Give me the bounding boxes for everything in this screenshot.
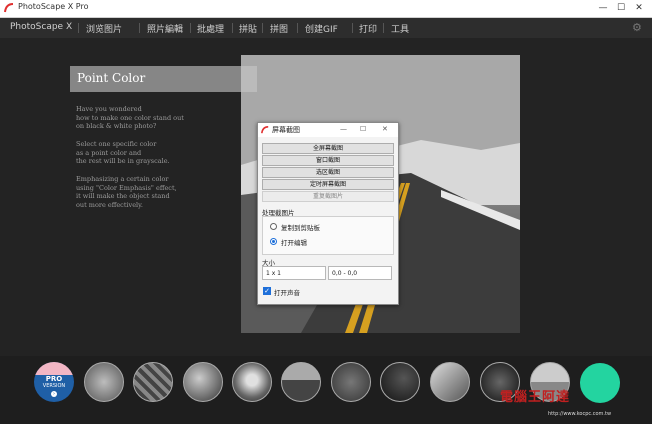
copy-to-clipboard-radio[interactable] bbox=[270, 223, 277, 230]
photoscape-app-icon bbox=[261, 126, 269, 134]
pro-badge-line1: PRO bbox=[45, 375, 63, 383]
menu-batch[interactable]: 批處理 bbox=[197, 22, 224, 35]
thumbnail-item[interactable] bbox=[232, 362, 272, 402]
desc-line: Select one specific color bbox=[76, 140, 157, 148]
screen-capture-dialog: 屏幕截图 — ☐ ✕ 全屏幕截图 窗口截图 选区截图 定时屏幕截图 重复截图片 … bbox=[257, 122, 399, 305]
fullscreen-capture-button[interactable]: 全屏幕截图 bbox=[262, 143, 394, 154]
thumbnail-item[interactable] bbox=[281, 362, 321, 402]
menu-separator bbox=[383, 23, 384, 33]
repeat-capture-button[interactable]: 重复截图片 bbox=[262, 191, 394, 202]
thumbnail-item[interactable] bbox=[183, 362, 223, 402]
menu-print[interactable]: 打印 bbox=[359, 22, 377, 35]
point-color-title: Point Color bbox=[77, 71, 146, 85]
sound-checkbox-label: 打开声音 bbox=[274, 289, 300, 297]
timed-capture-button[interactable]: 定时屏幕截图 bbox=[262, 179, 394, 190]
window-capture-button[interactable]: 窗口截图 bbox=[262, 155, 394, 166]
menu-photoscape-x[interactable]: PhotoScape X bbox=[10, 22, 72, 32]
watermark-text: 電腦王阿達 bbox=[500, 390, 571, 405]
desc-line: the rest will be in grayscale. bbox=[76, 157, 170, 166]
dialog-close-icon[interactable]: ✕ bbox=[382, 125, 388, 133]
thumbnail-item[interactable] bbox=[133, 362, 173, 402]
menu-separator bbox=[78, 23, 79, 33]
thumbnail-item[interactable] bbox=[380, 362, 420, 402]
settings-gear-icon[interactable]: ⚙ bbox=[632, 22, 644, 34]
menu-separator bbox=[297, 23, 298, 33]
thumbnail-item[interactable] bbox=[84, 362, 124, 402]
pro-version-badge[interactable]: PRO VERSION › bbox=[34, 362, 74, 402]
region-capture-button[interactable]: 选区截图 bbox=[262, 167, 394, 178]
thumbnail-item[interactable] bbox=[430, 362, 470, 402]
chevron-right-icon: › bbox=[51, 391, 57, 397]
dialog-maximize-icon[interactable]: ☐ bbox=[360, 125, 366, 133]
main-menu-bar: PhotoScape X 浏览图片 照片編輯 批處理 拼貼 拼图 创建GIF 打… bbox=[0, 18, 652, 38]
description-paragraph-1: Have you wondered how to make one color … bbox=[76, 105, 241, 131]
open-editor-label: 打开编辑 bbox=[281, 239, 307, 247]
close-icon[interactable]: ✕ bbox=[632, 1, 646, 15]
desc-line: Have you wondered bbox=[76, 105, 142, 113]
dialog-title: 屏幕截图 bbox=[272, 126, 300, 134]
size-field: 1 x 1 bbox=[262, 266, 326, 280]
menu-separator bbox=[190, 23, 191, 33]
desc-line: on black & white photo? bbox=[76, 122, 157, 131]
maximize-icon[interactable]: ☐ bbox=[614, 1, 628, 15]
desc-line: out more effectively. bbox=[76, 200, 143, 209]
dialog-title-bar: 屏幕截图 — ☐ ✕ bbox=[258, 123, 398, 137]
pro-badge-top bbox=[34, 362, 74, 375]
dialog-minimize-icon[interactable]: — bbox=[340, 125, 347, 133]
sound-checkbox[interactable]: ✓ bbox=[263, 287, 271, 295]
window-title: PhotoScape X Pro bbox=[18, 2, 89, 11]
desc-line: it will make the object stand bbox=[76, 192, 170, 201]
thumbnail-item[interactable] bbox=[331, 362, 371, 402]
menu-separator bbox=[232, 23, 233, 33]
menu-editor[interactable]: 照片編輯 bbox=[147, 22, 183, 35]
menu-viewer[interactable]: 浏览图片 bbox=[86, 22, 122, 35]
menu-combine[interactable]: 拼图 bbox=[270, 22, 288, 35]
title-bar: PhotoScape X Pro — ☐ ✕ bbox=[0, 0, 652, 18]
menu-separator bbox=[139, 23, 140, 33]
coordinates-field: 0,0 - 0,0 bbox=[328, 266, 392, 280]
after-capture-group: 复制到剪贴板 打开编辑 bbox=[262, 216, 394, 255]
desc-line: Emphasizing a certain color bbox=[76, 175, 169, 183]
menu-collage[interactable]: 拼貼 bbox=[239, 22, 257, 35]
description-paragraph-3: Emphasizing a certain color using "Color… bbox=[76, 175, 241, 209]
point-color-title-box: Point Color bbox=[70, 66, 257, 92]
photoscape-app-icon bbox=[4, 3, 14, 13]
menu-separator bbox=[262, 23, 263, 33]
copy-to-clipboard-label: 复制到剪贴板 bbox=[281, 224, 320, 232]
desc-line: how to make one color stand out bbox=[76, 113, 184, 122]
menu-create-gif[interactable]: 创建GIF bbox=[305, 22, 338, 35]
desc-line: as a point color and bbox=[76, 148, 142, 157]
menu-separator bbox=[352, 23, 353, 33]
watermark-url: http://www.kocpc.com.tw bbox=[548, 411, 612, 417]
minimize-icon[interactable]: — bbox=[596, 1, 610, 15]
menu-tools[interactable]: 工具 bbox=[391, 22, 409, 35]
desc-line: using "Color Emphasis" effect, bbox=[76, 183, 177, 192]
pro-badge-line2: VERSION bbox=[42, 383, 66, 389]
description-paragraph-2: Select one specific color as a point col… bbox=[76, 140, 241, 166]
teal-thumbnail-item[interactable] bbox=[580, 363, 620, 403]
open-editor-radio[interactable] bbox=[270, 238, 277, 245]
